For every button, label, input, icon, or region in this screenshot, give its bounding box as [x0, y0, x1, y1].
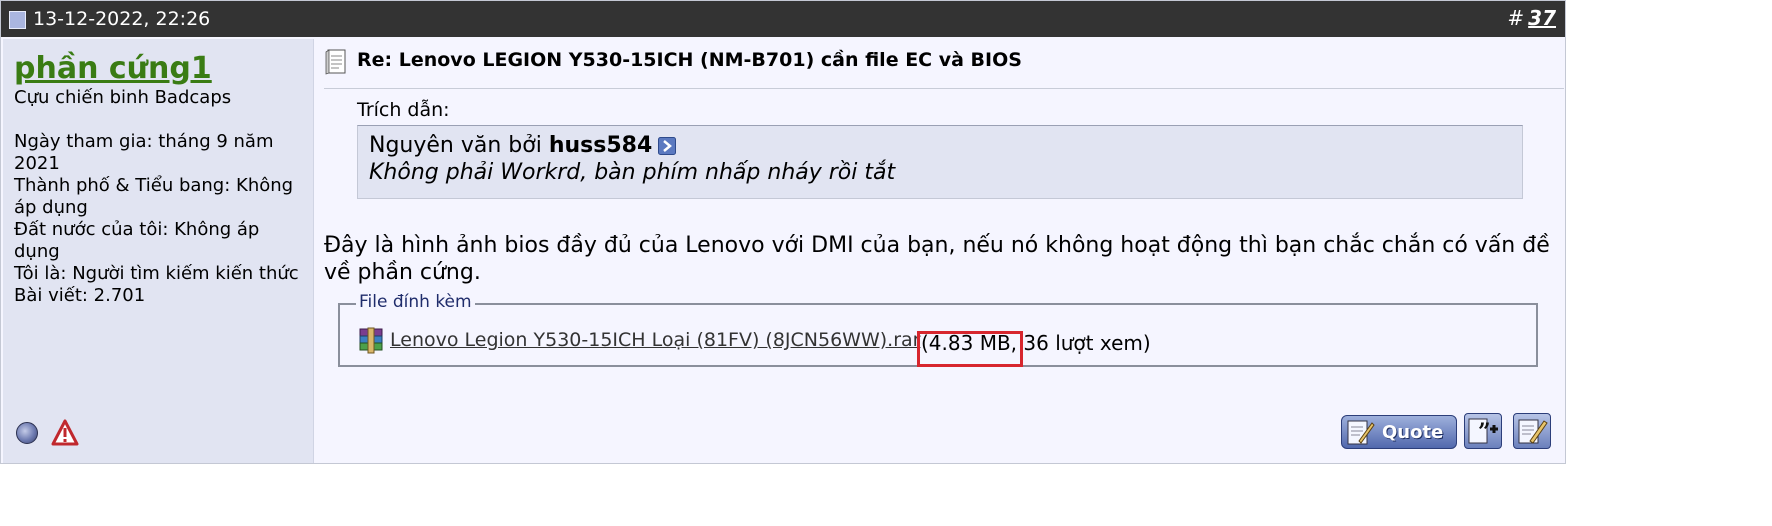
user-i-am: Tôi là: Người tìm kiếm kiến thức — [14, 263, 299, 284]
quote-pencil-icon — [1347, 420, 1375, 445]
post-date: 13-12-2022, 22:26 — [33, 8, 211, 30]
title-divider — [324, 88, 1564, 89]
username-link[interactable]: phần cứng1 — [14, 51, 212, 86]
post-content: Re: Lenovo LEGION Y530-15ICH (NM-B701) c… — [315, 39, 1565, 463]
quote-text: Không phải Workrd, bàn phím nhấp nháy rồ… — [369, 160, 896, 185]
user-details: Ngày tham gia: tháng 9 năm 2021 Thành ph… — [14, 131, 310, 307]
post-number: #37 — [1507, 6, 1556, 30]
post-message: Đây là hình ảnh bios đầy đủ của Lenovo v… — [324, 233, 1550, 285]
report-post-icon[interactable] — [51, 419, 79, 447]
quote-author-line: Nguyên văn bởi huss584 — [369, 133, 677, 158]
post-number-prefix: # — [1507, 6, 1525, 30]
forum-post: 13-12-2022, 22:26 #37 phần cứng1 Cựu chi… — [0, 0, 1566, 464]
user-info-panel: phần cứng1 Cựu chiến binh Badcaps Ngày t… — [3, 39, 314, 463]
quote-button-label: Quote — [1382, 422, 1444, 443]
user-title: Cựu chiến binh Badcaps — [14, 87, 232, 108]
user-post-count: Bài viết: 2.701 — [14, 285, 146, 306]
svg-text:”: ” — [1478, 419, 1491, 445]
quote-label: Trích dẫn: — [357, 99, 450, 121]
multi-quote-button[interactable]: ” — [1464, 413, 1502, 449]
highlight-box — [917, 331, 1023, 367]
attachment-link[interactable]: Lenovo Legion Y530-15ICH Loại (81FV) (8J… — [390, 329, 920, 351]
rar-archive-icon — [359, 327, 383, 354]
quote-author-prefix: Nguyên văn bởi — [369, 133, 542, 158]
post-title: Re: Lenovo LEGION Y530-15ICH (NM-B701) c… — [357, 49, 1022, 71]
post-permalink[interactable]: 37 — [1528, 6, 1556, 30]
join-date: Ngày tham gia: tháng 9 năm 2021 — [14, 131, 274, 174]
online-status-icon — [16, 422, 38, 444]
user-city: Thành phố & Tiểu bang: Không áp dụng — [14, 175, 294, 218]
attachments-legend: File đính kèm — [356, 292, 475, 312]
document-icon — [325, 49, 346, 75]
quote-author: huss584 — [548, 133, 653, 158]
user-country: Đất nước của tôi: Không áp dụng — [14, 219, 260, 262]
multi-quote-icon: ” — [1468, 418, 1498, 445]
quote-button[interactable]: Quote — [1341, 415, 1457, 449]
view-post-icon[interactable] — [658, 137, 677, 155]
reply-button[interactable] — [1513, 413, 1551, 449]
edit-pencil-icon — [1518, 419, 1548, 444]
quote-block: Nguyên văn bởi huss584 Không phải Workrd… — [357, 125, 1523, 199]
post-header: 13-12-2022, 22:26 #37 — [1, 1, 1565, 37]
post-status-icon — [9, 11, 26, 29]
